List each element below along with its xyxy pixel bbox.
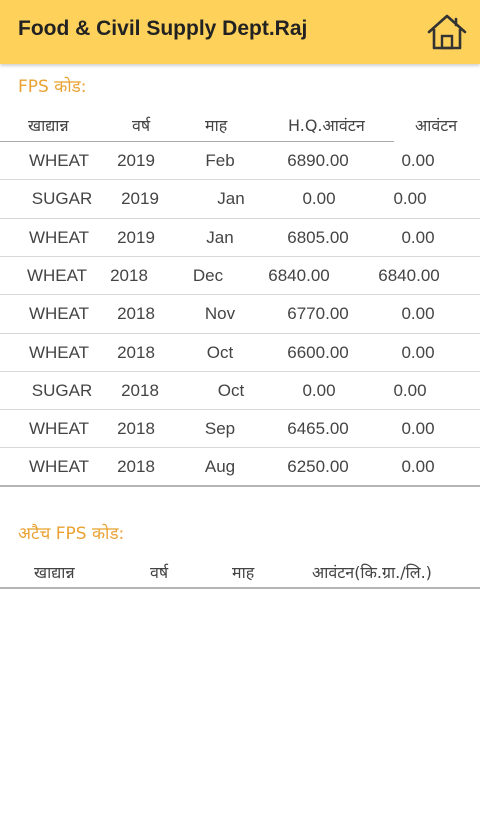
cell-year: 2018 xyxy=(117,457,155,477)
cell-grain: WHEAT xyxy=(28,151,90,170)
cell-hq-allocation: 6890.00 xyxy=(287,151,349,170)
attached-header-month: माह xyxy=(232,563,255,582)
home-icon xyxy=(427,14,467,50)
cell-grain: WHEAT xyxy=(28,304,90,324)
cell-allocation: 6840.00 xyxy=(378,265,440,285)
attached-header-year: वर्ष xyxy=(150,563,169,582)
cell-year: 2018 xyxy=(117,419,155,439)
cell-month: Oct xyxy=(217,380,245,400)
cell-month: Nov xyxy=(204,304,236,324)
cell-month: Feb xyxy=(205,151,235,170)
cell-grain: SUGAR xyxy=(31,189,93,209)
table-row: WHEAT 2018 Dec 6840.00 6840.00 xyxy=(0,257,480,295)
cell-grain: WHEAT xyxy=(28,227,90,247)
header-allocation: आवंटन xyxy=(415,116,458,135)
cell-grain: WHEAT xyxy=(28,342,90,362)
cell-allocation: 0.00 xyxy=(401,304,435,324)
cell-hq-allocation: 0.00 xyxy=(302,189,336,209)
fps-code-label: FPS कोड: xyxy=(18,77,87,97)
cell-grain: WHEAT xyxy=(28,419,90,439)
cell-year: 2019 xyxy=(117,151,155,170)
cell-hq-allocation: 6840.00 xyxy=(268,265,330,285)
table-row: WHEAT 2018 Sep 6465.00 0.00 xyxy=(0,410,480,448)
cell-year: 2018 xyxy=(117,342,155,362)
cell-hq-allocation: 0.00 xyxy=(302,380,336,400)
cell-month: Aug xyxy=(204,457,236,477)
home-button[interactable] xyxy=(425,10,469,54)
table-row: WHEAT 2019 Feb 6890.00 0.00 xyxy=(0,142,480,180)
cell-month: Oct xyxy=(206,342,234,362)
cell-allocation: 0.00 xyxy=(393,189,427,209)
app-title: Food & Civil Supply Dept.Raj xyxy=(18,17,308,40)
cell-year: 2019 xyxy=(121,189,159,209)
cell-year: 2019 xyxy=(117,227,155,247)
cell-hq-allocation: 6600.00 xyxy=(287,342,349,362)
table-row: SUGAR 2019 Jan 0.00 0.00 xyxy=(0,180,480,218)
cell-hq-allocation: 6805.00 xyxy=(287,227,349,247)
cell-month: Jan xyxy=(217,189,245,209)
header-month: माह xyxy=(205,116,228,135)
cell-month: Dec xyxy=(192,265,224,285)
cell-year: 2018 xyxy=(121,380,159,400)
attached-header-divider xyxy=(0,587,480,589)
table-row: WHEAT 2019 Jan 6805.00 0.00 xyxy=(0,219,480,257)
cell-allocation: 0.00 xyxy=(401,419,435,439)
header-year: वर्ष xyxy=(132,116,151,135)
cell-grain: WHEAT xyxy=(28,457,90,477)
cell-hq-allocation: 6770.00 xyxy=(287,304,349,324)
cell-month: Sep xyxy=(204,419,236,439)
cell-allocation: 0.00 xyxy=(401,151,435,170)
cell-allocation: 0.00 xyxy=(401,457,435,477)
cell-hq-allocation: 6465.00 xyxy=(287,419,349,439)
table-row: WHEAT 2018 Aug 6250.00 0.00 xyxy=(0,448,480,486)
cell-year: 2018 xyxy=(110,265,148,285)
cell-year: 2018 xyxy=(117,304,155,324)
cell-allocation: 0.00 xyxy=(393,380,427,400)
header-hq-allocation: H.Q.आवंटन xyxy=(288,116,365,135)
table-row: WHEAT 2018 Oct 6600.00 0.00 xyxy=(0,334,480,372)
cell-grain: SUGAR xyxy=(31,380,93,400)
attached-fps-code-label: अटैच FPS कोड: xyxy=(18,524,125,544)
header-grain: खाद्यान्न xyxy=(28,116,69,135)
cell-hq-allocation: 6250.00 xyxy=(287,457,349,477)
cell-allocation: 0.00 xyxy=(401,227,435,247)
table-row: SUGAR 2018 Oct 0.00 0.00 xyxy=(0,372,480,410)
attached-header-allocation-kg-l: आवंटन(कि.ग्रा./लि.) xyxy=(312,563,432,582)
cell-month: Jan xyxy=(206,227,234,247)
attached-header-grain: खाद्यान्न xyxy=(34,563,75,582)
table-row: WHEAT 2018 Nov 6770.00 0.00 xyxy=(0,295,480,333)
table-bottom-border xyxy=(0,485,480,487)
app-bar: Food & Civil Supply Dept.Raj xyxy=(0,0,480,64)
cell-allocation: 0.00 xyxy=(401,342,435,362)
cell-grain: WHEAT xyxy=(26,265,88,285)
